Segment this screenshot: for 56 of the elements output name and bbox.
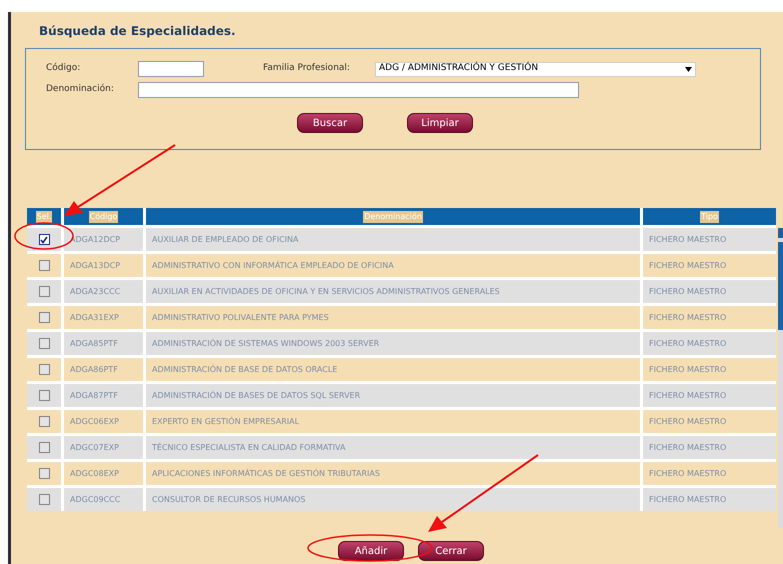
field-label: Denominación: <box>46 83 115 96</box>
table-cell: FICHERO MAESTRO <box>643 280 776 303</box>
table-cell: ADGC08EXP <box>64 462 143 485</box>
checkbox[interactable] <box>38 338 50 349</box>
table-cell: ADMINISTRACIÓN DE SISTEMAS WINDOWS 2003 SERVER <box>146 332 640 355</box>
table-cell: FICHERO MAESTRO <box>643 384 776 407</box>
checkbox[interactable] <box>38 364 50 375</box>
table-cell: CONSULTOR DE RECURSOS HUMANOS <box>146 488 640 511</box>
table-cell: FICHERO MAESTRO <box>643 332 776 355</box>
table-cell: ADGA13DCP <box>64 254 143 277</box>
dropdown-field[interactable]: ADG / ADMINISTRACIÓN Y GESTIÓN <box>375 62 696 76</box>
table-cell: AUXILIAR DE EMPLEADO DE OFICINA <box>146 228 640 251</box>
checkbox[interactable] <box>38 494 50 505</box>
table-cell: TÉCNICO ESPECIALISTA EN CALIDAD FORMATIVA <box>146 436 640 459</box>
table-cell: APLICACIONES INFORMÁTICAS DE GESTIÓN TRIBUTARIAS <box>146 462 640 485</box>
field-label: Familia Profesional: <box>263 62 351 76</box>
scrollbar[interactable] <box>778 228 783 528</box>
table-cell: FICHERO MAESTRO <box>643 462 776 485</box>
button[interactable]: Buscar <box>297 113 363 133</box>
table-cell: FICHERO MAESTRO <box>643 306 776 329</box>
field-label: Código: <box>46 62 82 76</box>
checkbox[interactable] <box>38 312 50 323</box>
table-cell: ADMINISTRATIVO CON INFORMÁTICA EMPLEADO DE OFICINA <box>146 254 640 277</box>
checkbox[interactable] <box>38 286 50 297</box>
checkbox[interactable] <box>38 260 50 271</box>
table-cell: ADGC06EXP <box>64 410 143 433</box>
checkbox[interactable] <box>38 468 50 479</box>
table-cell: FICHERO MAESTRO <box>643 228 776 251</box>
checkbox[interactable] <box>38 442 50 453</box>
table-cell: ADGA31EXP <box>64 306 143 329</box>
table-cell: ADGA85PTF <box>64 332 143 355</box>
table-cell: ADMINISTRACIÓN DE BASE DE DATOS ORACLE <box>146 358 640 381</box>
checkbox[interactable] <box>38 390 50 401</box>
input-field[interactable] <box>138 61 204 77</box>
checkbox[interactable] <box>38 416 50 427</box>
button[interactable]: Limpiar <box>407 113 473 133</box>
table-cell: FICHERO MAESTRO <box>643 358 776 381</box>
button[interactable]: Cerrar <box>418 541 484 561</box>
table-cell: FICHERO MAESTRO <box>643 254 776 277</box>
table-cell: EXPERTO EN GESTIÓN EMPRESARIAL <box>146 410 640 433</box>
table-cell: AUXILIAR EN ACTIVIDADES DE OFICINA Y EN SERVICIOS ADMINISTRATIVOS GENERALES <box>146 280 640 303</box>
table-cell: ADGC09CCC <box>64 488 143 511</box>
table-cell: FICHERO MAESTRO <box>643 410 776 433</box>
checkbox[interactable] <box>38 234 50 245</box>
table-cell: ADMINISTRACIÓN DE BASES DE DATOS SQL SERVER <box>146 384 640 407</box>
table-cell: ADGA87PTF <box>64 384 143 407</box>
table-cell: ADGA23CCC <box>64 280 143 303</box>
dropdown-arrow-icon <box>685 66 692 72</box>
table-cell: ADMINISTRATIVO POLIVALENTE PARA PYMES <box>146 306 640 329</box>
button[interactable]: Añadir <box>338 541 404 561</box>
table-cell: ADGA86PTF <box>64 358 143 381</box>
table-cell: ADGC07EXP <box>64 436 143 459</box>
page-title: Búsqueda de Especialidades. <box>39 23 236 40</box>
table-cell: FICHERO MAESTRO <box>643 488 776 511</box>
table-cell: FICHERO MAESTRO <box>643 436 776 459</box>
input-field[interactable] <box>138 82 579 98</box>
